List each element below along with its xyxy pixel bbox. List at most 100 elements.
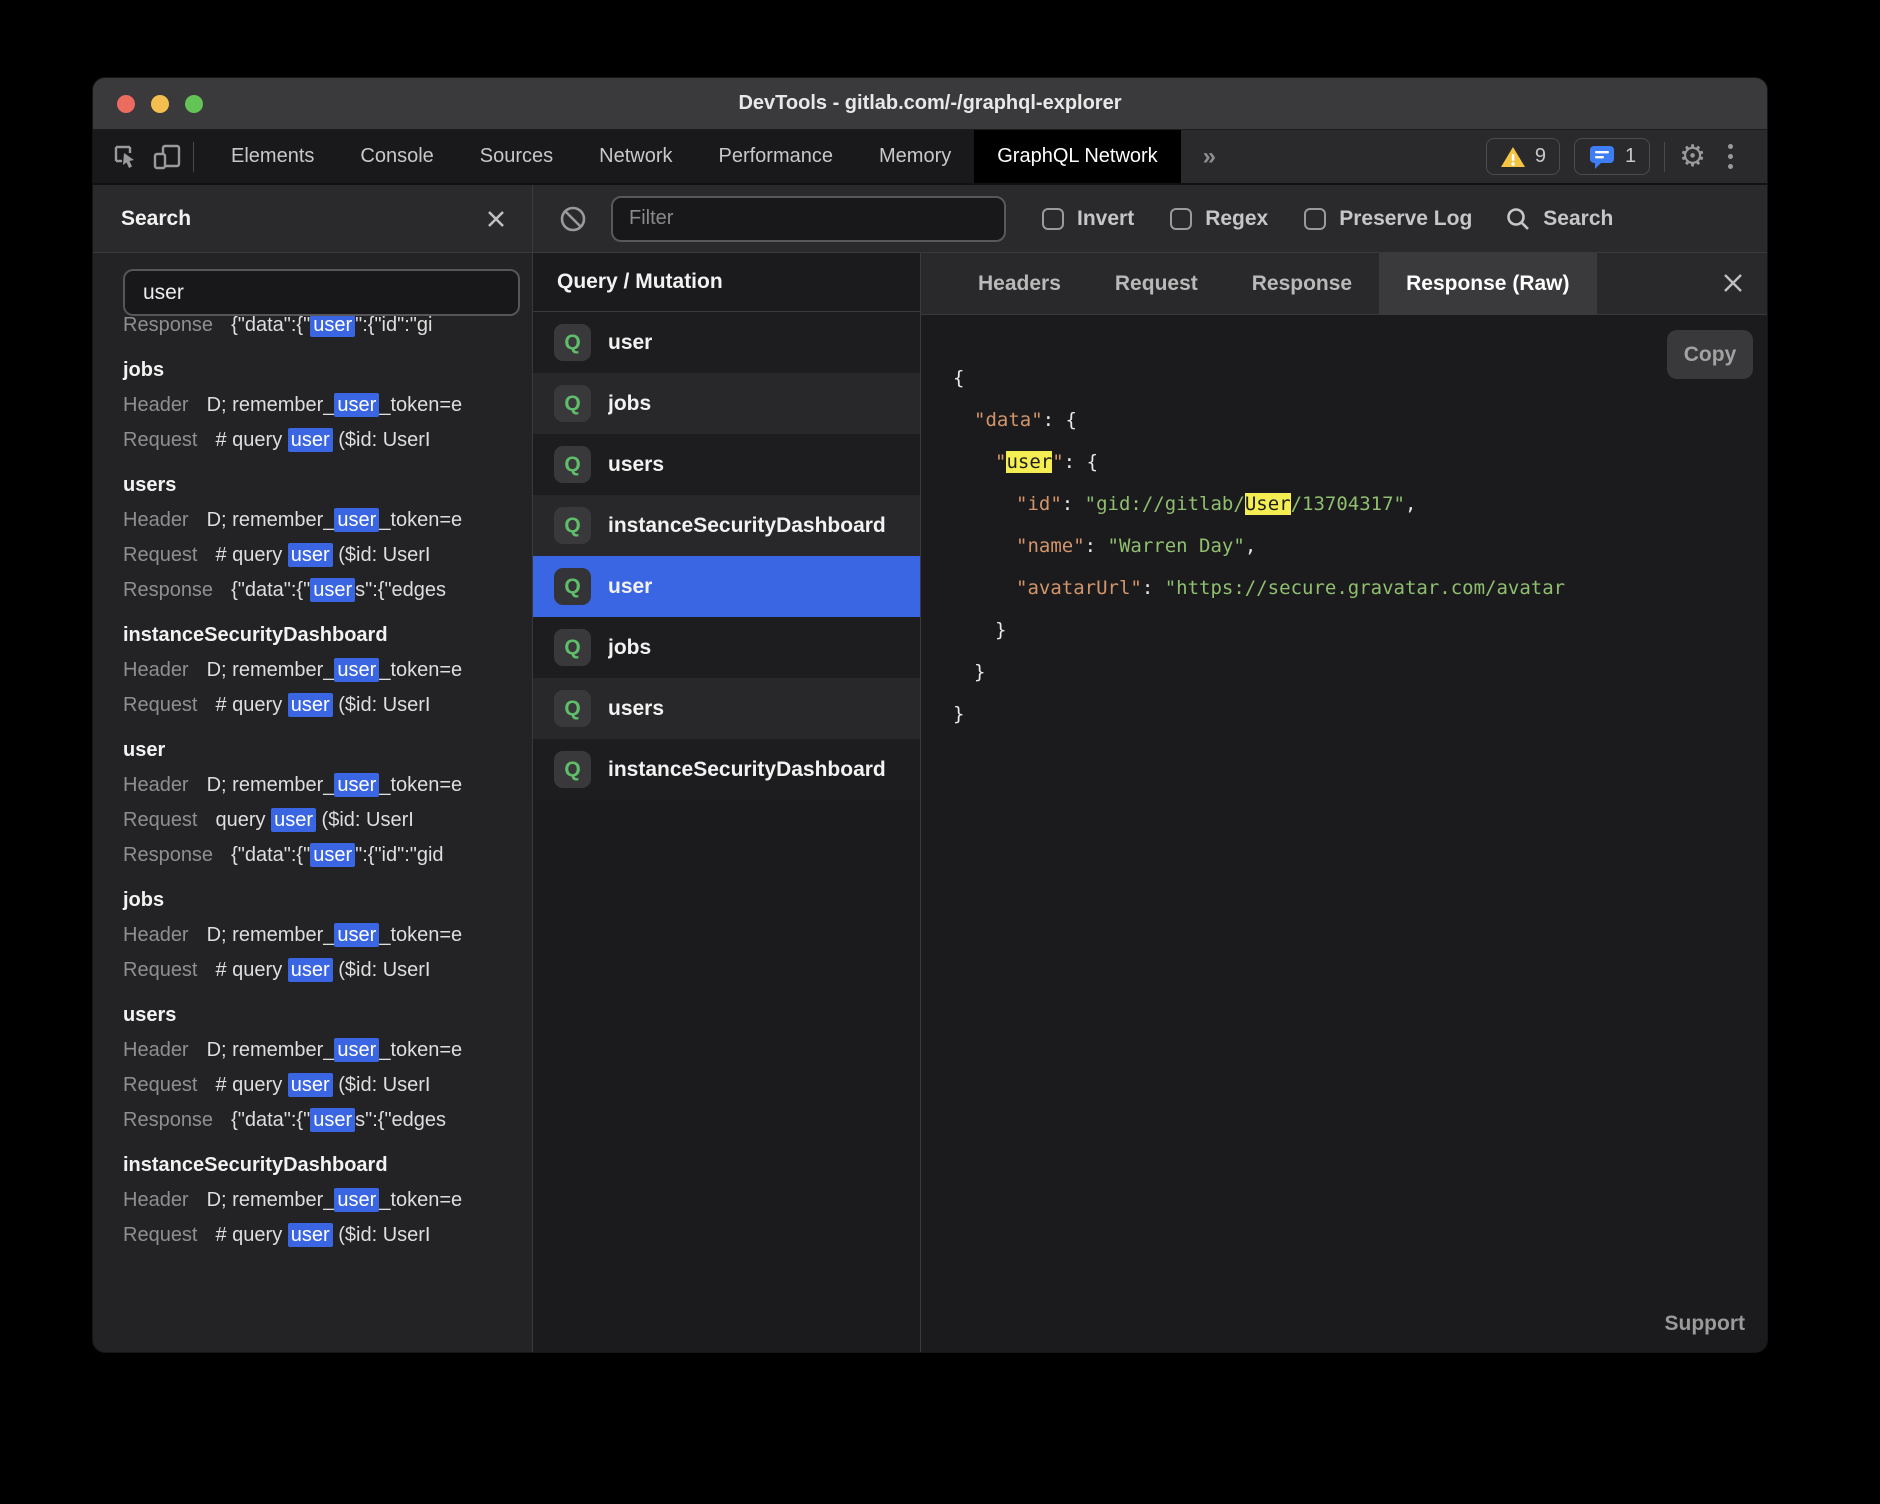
query-row-label: users xyxy=(608,697,664,721)
result-group-title[interactable]: users xyxy=(123,1002,532,1028)
checkbox-box[interactable] xyxy=(1170,208,1192,230)
checkbox-invert[interactable]: Invert xyxy=(1042,207,1134,231)
result-line[interactable]: HeaderD; remember_user_token=e xyxy=(123,772,532,798)
search-term-highlight: user xyxy=(334,773,379,797)
result-group-title[interactable]: instanceSecurityDashboard xyxy=(123,622,532,648)
result-line-label: Request xyxy=(123,429,198,451)
settings-gear-icon[interactable]: ⚙ xyxy=(1679,142,1706,172)
json-line: } xyxy=(953,651,1767,693)
checkbox-box[interactable] xyxy=(1042,208,1064,230)
json-token: , xyxy=(1245,535,1256,557)
result-group-title[interactable]: user xyxy=(123,737,532,763)
result-line-text: # query user ($id: UserI xyxy=(216,1223,431,1247)
query-row[interactable]: Qjobs xyxy=(533,373,920,434)
tab-network[interactable]: Network xyxy=(576,130,695,183)
query-rows: QuserQjobsQusersQinstanceSecurityDashboa… xyxy=(533,312,920,800)
checkbox-preserve-log[interactable]: Preserve Log xyxy=(1304,207,1472,231)
response-raw-json[interactable]: {"data": {"user": {"id": "gid://gitlab/U… xyxy=(953,357,1767,735)
result-line[interactable]: Response{"data":{"user":{"id":"gi xyxy=(123,316,532,338)
tab-console[interactable]: Console xyxy=(337,130,456,183)
kebab-menu-icon[interactable] xyxy=(1720,144,1741,169)
result-line[interactable]: HeaderD; remember_user_token=e xyxy=(123,507,532,533)
result-line-label: Response xyxy=(123,844,213,866)
json-match-highlight: user xyxy=(1006,451,1052,473)
result-line[interactable]: Requestquery user ($id: UserI xyxy=(123,807,532,833)
search-control[interactable]: Search xyxy=(1505,206,1613,232)
tab-elements[interactable]: Elements xyxy=(208,130,337,183)
result-line-text: D; remember_user_token=e xyxy=(207,1188,463,1212)
close-search-panel-icon[interactable] xyxy=(486,209,506,229)
query-row[interactable]: QinstanceSecurityDashboard xyxy=(533,739,920,800)
result-line[interactable]: Request# query user ($id: UserI xyxy=(123,692,532,718)
filter-checkboxes: Invert Regex Preserve Log xyxy=(1006,207,1472,231)
toolbar-separator xyxy=(193,142,194,172)
detail-tab-headers[interactable]: Headers xyxy=(951,253,1088,314)
result-line[interactable]: Request# query user ($id: UserI xyxy=(123,542,532,568)
search-term-highlight: user xyxy=(310,578,355,602)
result-group-title[interactable]: users xyxy=(123,472,532,498)
search-term-highlight: user xyxy=(334,1038,379,1062)
close-window-button[interactable] xyxy=(117,95,135,113)
result-line[interactable]: Response{"data":{"users":{"edges xyxy=(123,577,532,603)
messages-badge[interactable]: 1 xyxy=(1574,138,1650,175)
result-line[interactable]: HeaderD; remember_user_token=e xyxy=(123,657,532,683)
result-line[interactable]: HeaderD; remember_user_token=e xyxy=(123,1187,532,1213)
search-panel-title: Search xyxy=(121,207,191,231)
zoom-window-button[interactable] xyxy=(185,95,203,113)
tab-memory[interactable]: Memory xyxy=(856,130,974,183)
result-line-text: {"data":{"user":{"id":"gid xyxy=(231,843,444,867)
result-line[interactable]: Request# query user ($id: UserI xyxy=(123,1072,532,1098)
result-line-label: Request xyxy=(123,809,198,831)
search-results-panel: Response{"data":{"user":{"id":"gi jobs Hea… xyxy=(93,253,533,1352)
query-row[interactable]: Qusers xyxy=(533,434,920,495)
warnings-badge[interactable]: 9 xyxy=(1486,138,1560,175)
support-link[interactable]: Support xyxy=(1665,1312,1745,1336)
result-line[interactable]: Response {"data":{"user":{"id":"gid xyxy=(123,842,532,868)
checkbox-regex[interactable]: Regex xyxy=(1170,207,1268,231)
clear-requests-icon[interactable] xyxy=(557,203,589,235)
inspect-element-icon[interactable] xyxy=(111,142,141,172)
query-row-label: instanceSecurityDashboard xyxy=(608,758,886,782)
query-row[interactable]: Qjobs xyxy=(533,617,920,678)
checkbox-box[interactable] xyxy=(1304,208,1326,230)
result-line[interactable]: HeaderD; remember_user_token=e xyxy=(123,392,532,418)
query-list-title: Query / Mutation xyxy=(533,253,920,312)
chat-bubble-icon xyxy=(1588,144,1616,170)
json-token: "gid://gitlab/ xyxy=(1085,493,1245,515)
detail-tab-response-raw-[interactable]: Response (Raw) xyxy=(1379,253,1596,314)
more-tabs-button[interactable]: » xyxy=(1181,130,1236,183)
result-line[interactable]: Response{"data":{"users":{"edges xyxy=(123,1107,532,1133)
search-icon xyxy=(1505,206,1531,232)
filter-input[interactable] xyxy=(611,196,1006,242)
detail-tab-response[interactable]: Response xyxy=(1225,253,1379,314)
tab-performance[interactable]: Performance xyxy=(696,130,857,183)
search-results-list[interactable]: Response{"data":{"user":{"id":"gi jobs Hea… xyxy=(93,316,532,1352)
close-detail-panel-icon[interactable] xyxy=(1721,271,1745,295)
query-type-badge: Q xyxy=(554,751,591,788)
result-line-label: Request xyxy=(123,1224,198,1246)
query-row[interactable]: Qusers xyxy=(533,678,920,739)
result-group-title[interactable]: instanceSecurityDashboard xyxy=(123,1152,532,1178)
result-line[interactable]: Request# query user ($id: UserI xyxy=(123,427,532,453)
query-row[interactable]: QinstanceSecurityDashboard xyxy=(533,495,920,556)
result-line-text: # query user ($id: UserI xyxy=(216,693,431,717)
result-line[interactable]: Request# query user ($id: UserI xyxy=(123,957,532,983)
result-line[interactable]: Request # query user ($id: UserI xyxy=(123,1222,532,1248)
result-group-title[interactable]: jobs xyxy=(123,357,532,383)
result-line[interactable]: HeaderD; remember_user_token=e xyxy=(123,1037,532,1063)
query-type-badge: Q xyxy=(554,446,591,483)
result-group-title[interactable]: jobs xyxy=(123,887,532,913)
json-token: "id" xyxy=(1016,493,1062,515)
result-line[interactable]: HeaderD; remember_user_token=e xyxy=(123,922,532,948)
json-token: : xyxy=(1064,451,1087,473)
detail-tab-request[interactable]: Request xyxy=(1088,253,1225,314)
search-term-highlight: user xyxy=(310,1108,355,1132)
search-input[interactable] xyxy=(123,269,520,316)
tab-sources[interactable]: Sources xyxy=(457,130,576,183)
query-row[interactable]: Quser xyxy=(533,556,920,617)
json-token: { xyxy=(953,367,964,389)
minimize-window-button[interactable] xyxy=(151,95,169,113)
tab-graphql-network[interactable]: GraphQL Network xyxy=(974,130,1180,183)
device-toolbar-icon[interactable] xyxy=(151,142,183,172)
query-row[interactable]: Quser xyxy=(533,312,920,373)
